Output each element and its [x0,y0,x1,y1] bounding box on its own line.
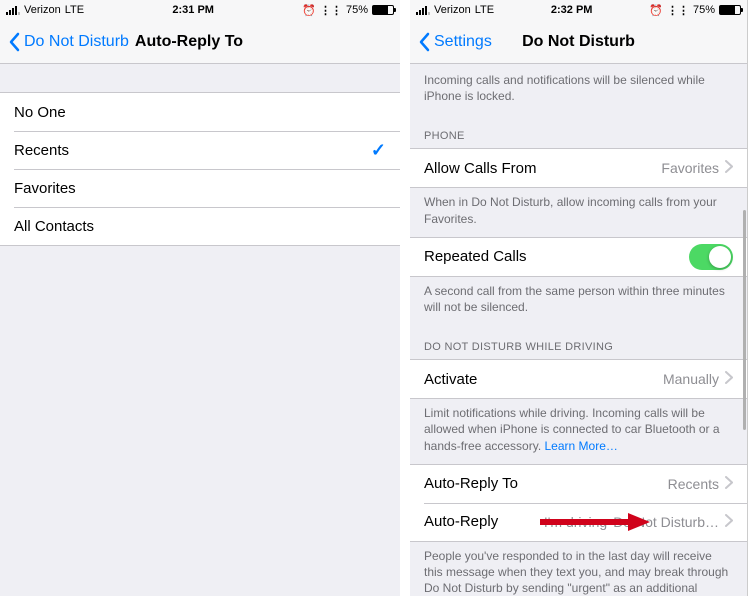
option-favorites[interactable]: Favorites [0,169,400,207]
repeated-calls-toggle[interactable] [689,244,733,270]
alarm-icon: ⏰ [649,4,663,17]
alarm-icon: ⏰ [302,4,316,17]
signal-icon [416,6,430,15]
chevron-right-icon [725,476,733,492]
phone-right: Verizon LTE 2:32 PM ⏰ ⋮⋮ 75% Settings Do… [410,0,748,596]
status-time: 2:31 PM [172,4,214,16]
signal-icon [6,6,20,15]
row-value: Manually [663,371,719,387]
chevron-right-icon [725,160,733,176]
nav-bar: Do Not Disturb Auto-Reply To [0,20,400,64]
options-group: No One Recents ✓ Favorites All Contacts [0,92,400,246]
phone-header: PHONE [410,114,747,148]
silence-footer: Incoming calls and notifications will be… [410,64,747,114]
option-no-one[interactable]: No One [0,93,400,131]
chevron-right-icon [725,514,733,530]
back-button[interactable]: Do Not Disturb [8,32,129,52]
network: LTE [65,4,84,16]
auto-reply-row[interactable]: Auto-Reply I'm driving Do Not Disturb… [410,503,747,541]
driving-header: DO NOT DISTURB WHILE DRIVING [410,325,747,359]
network: LTE [475,4,494,16]
battery-icon [719,5,741,15]
status-bar: Verizon LTE 2:31 PM ⏰ ⋮⋮ 75% [0,0,400,20]
nav-title: Auto-Reply To [135,33,243,51]
option-label: All Contacts [14,218,94,235]
status-bar: Verizon LTE 2:32 PM ⏰ ⋮⋮ 75% [410,0,747,20]
row-label: Allow Calls From [424,160,537,177]
auto-reply-to-row[interactable]: Auto-Reply To Recents [410,465,747,503]
option-recents[interactable]: Recents ✓ [0,131,400,169]
option-all-contacts[interactable]: All Contacts [0,207,400,245]
option-label: Favorites [14,180,76,197]
allow-calls-from-row[interactable]: Allow Calls From Favorites [410,149,747,187]
battery-percent: 75% [693,4,715,16]
option-label: Recents [14,142,69,159]
carrier: Verizon [24,4,61,16]
chevron-left-icon [418,32,430,52]
phone-left: Verizon LTE 2:31 PM ⏰ ⋮⋮ 75% Do Not Dist… [0,0,400,596]
bluetooth-icon: ⋮⋮ [667,4,689,17]
row-label: Auto-Reply To [424,475,518,492]
bluetooth-icon: ⋮⋮ [320,4,342,17]
back-button[interactable]: Settings [418,32,492,52]
nav-bar: Settings Do Not Disturb [410,20,747,64]
row-label: Repeated Calls [424,248,527,265]
option-label: No One [14,104,66,121]
row-value-strike: I'm driving [544,514,607,530]
content[interactable]: Incoming calls and notifications will be… [410,64,747,596]
repeated-calls-row[interactable]: Repeated Calls [410,238,747,276]
status-time: 2:32 PM [551,4,593,16]
learn-more-link[interactable]: Learn More… [545,439,618,453]
carrier: Verizon [434,4,471,16]
scrollbar[interactable] [743,70,746,586]
battery-percent: 75% [346,4,368,16]
content: No One Recents ✓ Favorites All Contacts [0,64,400,596]
row-label: Activate [424,371,477,388]
back-label: Settings [434,33,492,51]
chevron-left-icon [8,32,20,52]
activate-footer: Limit notifications while driving. Incom… [410,399,747,464]
back-label: Do Not Disturb [24,33,129,51]
row-label: Auto-Reply [424,513,498,530]
chevron-right-icon [725,371,733,387]
row-value: Recents [668,476,719,492]
row-value: Do Not Disturb… [613,514,719,530]
allow-calls-footer: When in Do Not Disturb, allow incoming c… [410,188,747,236]
bottom-footer: People you've responded to in the last d… [410,542,747,596]
row-value: Favorites [661,160,719,176]
repeated-footer: A second call from the same person withi… [410,277,747,325]
checkmark-icon: ✓ [371,140,386,161]
battery-icon [372,5,394,15]
activate-row[interactable]: Activate Manually [410,360,747,398]
